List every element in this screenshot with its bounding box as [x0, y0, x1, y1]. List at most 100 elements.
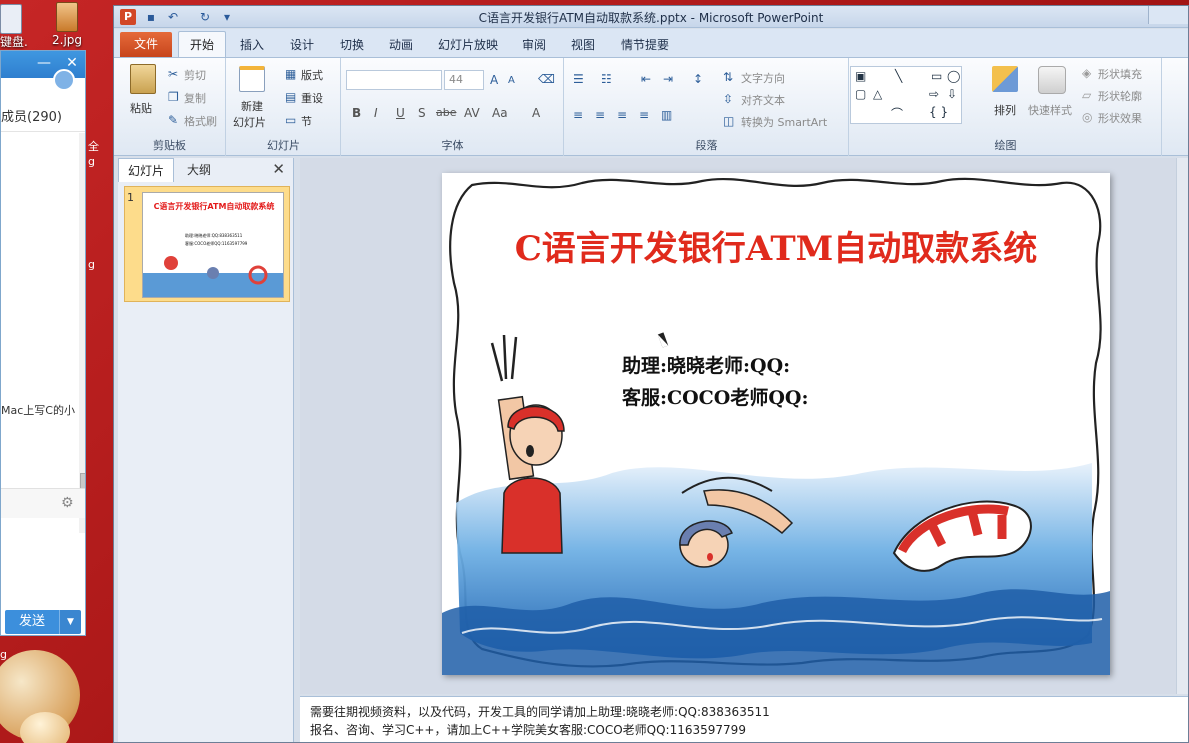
shape-arrow-icon[interactable]: ⇨ [929, 87, 939, 101]
title-bar[interactable]: P ▪ ↶ ↻ ▾ C语言开发银行ATM自动取款系统.pptx - Micros… [114, 6, 1188, 28]
send-options-dropdown[interactable]: ▼ [59, 610, 81, 634]
shape-down-arrow-icon[interactable]: ⇩ [947, 87, 957, 101]
new-slide-icon[interactable] [239, 66, 265, 92]
slide-text-service[interactable]: 客服:COCO老师QQ: [622, 383, 808, 410]
copy-button[interactable]: 复制 [184, 90, 206, 106]
underline-button[interactable]: U [396, 106, 405, 120]
smartart-icon[interactable]: ◫ [723, 114, 734, 128]
notes-line[interactable]: 需要往期视频资料，以及代码，开发工具的同学请加上助理:晓晓老师:QQ:83836… [310, 703, 770, 720]
tab-review[interactable]: 审阅 [522, 36, 546, 53]
minimize-button[interactable]: — [35, 55, 53, 71]
shape-outline-button[interactable]: 形状轮廓 [1098, 88, 1142, 104]
reset-icon[interactable]: ▤ [285, 90, 296, 104]
align-text-icon[interactable]: ⇳ [723, 92, 733, 106]
cut-icon[interactable]: ✂ [168, 67, 178, 81]
tab-slides[interactable]: 幻灯片 [118, 158, 174, 182]
format-painter-button[interactable]: 格式刷 [184, 113, 217, 129]
tab-view[interactable]: 视图 [571, 36, 595, 53]
slide-text-assistant[interactable]: 助理:晓晓老师:QQ: [622, 351, 790, 378]
gear-icon[interactable]: ⚙ [61, 495, 74, 511]
shape-textbox-icon[interactable]: ▣ [855, 69, 866, 83]
shape-fill-button[interactable]: 形状填充 [1098, 66, 1142, 82]
format-painter-icon[interactable]: ✎ [168, 113, 178, 127]
image-file-icon[interactable] [56, 2, 78, 32]
align-text-button[interactable]: 对齐文本 [741, 92, 785, 108]
columns-icon[interactable]: ▥ [661, 108, 672, 122]
send-button[interactable]: 发送 [5, 610, 59, 634]
font-name-combo[interactable] [346, 70, 442, 90]
align-right-icon[interactable]: ≡ [617, 108, 627, 122]
shape-curve-icon[interactable]: ⌒ [891, 105, 903, 122]
font-size-combo[interactable]: 44 [444, 70, 484, 90]
reset-button[interactable]: 重设 [301, 90, 323, 106]
shape-line-icon[interactable]: ╲ [895, 69, 902, 83]
bullets-icon[interactable]: ☰ [573, 72, 584, 86]
change-case-button[interactable]: Aa [492, 106, 508, 120]
numbering-icon[interactable]: ☷ [601, 72, 612, 86]
section-icon[interactable]: ▭ [285, 113, 296, 127]
decrease-indent-icon[interactable]: ⇤ [641, 72, 651, 86]
char-spacing-icon[interactable]: AV [464, 106, 480, 120]
layout-button[interactable]: 版式 [301, 67, 323, 83]
shape-effects-icon[interactable]: ◎ [1082, 110, 1092, 124]
shrink-font-icon[interactable]: A [508, 74, 515, 88]
tab-insert[interactable]: 插入 [240, 36, 264, 53]
shadow-button[interactable]: S [418, 106, 426, 120]
tab-storyboarding[interactable]: 情节提要 [621, 36, 669, 53]
slide-thumbnail-selected[interactable]: 1 C语言开发银行ATM自动取款系统 助理:晓晓老师:QQ:838363511 … [124, 186, 290, 302]
layout-icon[interactable]: ▦ [285, 67, 296, 81]
bold-button[interactable]: B [352, 106, 361, 120]
tab-outline[interactable]: 大纲 [174, 158, 224, 182]
tab-home[interactable]: 开始 [178, 31, 226, 58]
italic-button[interactable]: I [374, 106, 378, 120]
shape-ellipse-icon[interactable]: ◯ [947, 69, 960, 83]
align-left-icon[interactable]: ≡ [573, 108, 583, 122]
group-chat-window[interactable]: — ✕ 成员(290) Mac上写C的小 ⚙ 发送 ▼ [0, 50, 86, 636]
text-direction-icon[interactable]: ⇅ [723, 70, 733, 84]
shape-roundrect-icon[interactable]: ▢ [855, 87, 866, 101]
quick-styles-button[interactable]: 快速样式 [1028, 102, 1072, 118]
notes-line[interactable]: 报名、咨询、学习C++，请加上C++学院美女客服:COCO老师QQ:116359… [310, 721, 746, 738]
shape-effects-button[interactable]: 形状效果 [1098, 110, 1142, 126]
clear-format-icon[interactable]: ⌫ [538, 72, 555, 86]
paste-button[interactable]: 粘贴 [130, 100, 152, 116]
tab-transitions[interactable]: 切换 [340, 36, 364, 53]
shape-rect-icon[interactable]: ▭ [931, 69, 942, 83]
new-slide-label-2[interactable]: 幻灯片 [233, 114, 266, 130]
member-count[interactable]: 成员(290) [1, 106, 62, 125]
line-spacing-icon[interactable]: ↕ [693, 72, 703, 86]
vertical-scrollbar[interactable] [1176, 158, 1188, 694]
arrange-icon[interactable] [992, 66, 1018, 92]
tab-file[interactable]: 文件 [120, 32, 172, 57]
slide-title[interactable]: C语言开发银行ATM自动取款系统 [442, 221, 1110, 270]
new-slide-label[interactable]: 新建 [241, 98, 263, 114]
shape-triangle-icon[interactable]: △ [873, 87, 882, 101]
section-button[interactable]: 节 [301, 113, 312, 129]
text-direction-button[interactable]: 文字方向 [741, 70, 785, 86]
quick-styles-icon[interactable] [1038, 66, 1066, 94]
tab-slideshow[interactable]: 幻灯片放映 [438, 36, 498, 53]
arrange-button[interactable]: 排列 [994, 102, 1016, 118]
increase-indent-icon[interactable]: ⇥ [663, 72, 673, 86]
shape-brace-icon[interactable]: { } [929, 105, 948, 119]
slide-thumbnail[interactable]: C语言开发银行ATM自动取款系统 助理:晓晓老师:QQ:838363511 客服… [142, 192, 284, 298]
shape-outline-icon[interactable]: ▱ [1082, 88, 1091, 102]
copy-icon[interactable]: ❐ [168, 90, 179, 104]
justify-icon[interactable]: ≡ [639, 108, 649, 122]
close-panel-icon[interactable]: ✕ [272, 160, 285, 178]
shapes-gallery[interactable]: ▣ ╲ ▭ ◯ ▢ △ ⇨ ⇩ ⌒ { } [850, 66, 962, 124]
keyboard-file-icon[interactable] [0, 4, 22, 34]
shape-fill-icon[interactable]: ◈ [1082, 66, 1091, 80]
notes-pane[interactable]: 需要往期视频资料，以及代码，开发工具的同学请加上助理:晓晓老师:QQ:83836… [300, 696, 1188, 742]
strikethrough-button[interactable]: abe [436, 106, 457, 120]
font-color-icon[interactable]: A [532, 106, 540, 120]
window-controls[interactable] [1148, 6, 1188, 24]
paste-icon[interactable] [130, 64, 156, 94]
tab-animations[interactable]: 动画 [389, 36, 413, 53]
current-slide[interactable]: C语言开发银行ATM自动取款系统 助理:晓晓老师:QQ: 客服:COCO老师QQ… [442, 173, 1110, 675]
align-center-icon[interactable]: ≡ [595, 108, 605, 122]
convert-smartart-button[interactable]: 转换为 SmartArt [741, 114, 827, 130]
grow-font-icon[interactable]: A [490, 73, 498, 87]
chat-scrollbar[interactable] [79, 133, 85, 533]
cut-button[interactable]: 剪切 [184, 67, 206, 83]
